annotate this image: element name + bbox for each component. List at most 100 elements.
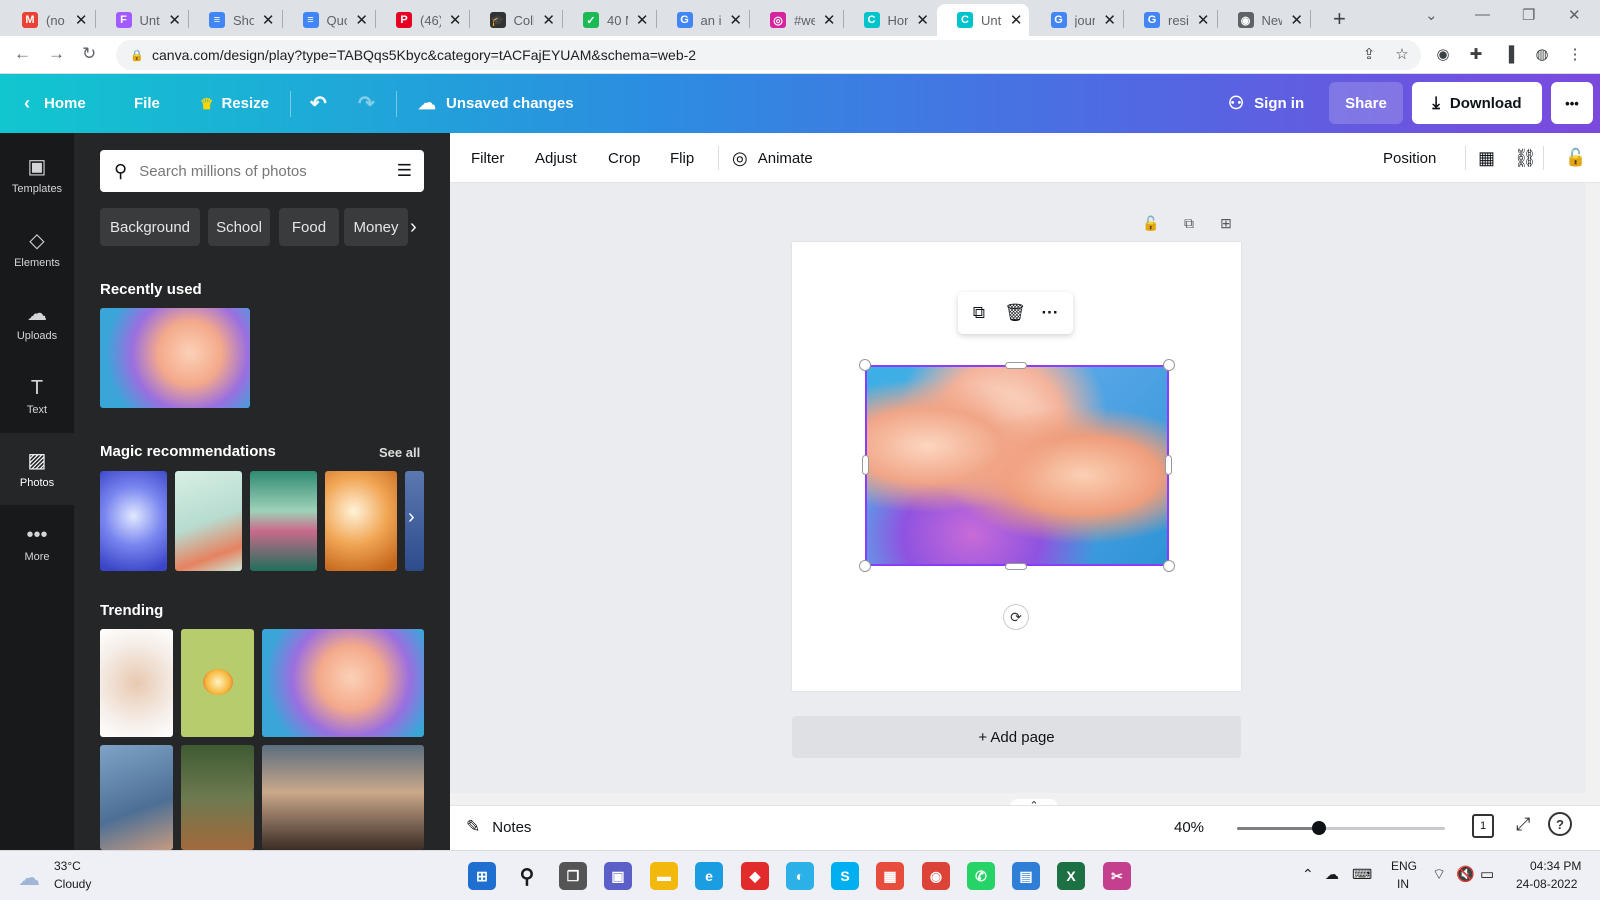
browser-tab[interactable]: P (46) ✕: [376, 4, 468, 36]
zoom-slider-knob[interactable]: [1312, 821, 1326, 835]
whatsapp-icon[interactable]: ✆: [967, 862, 995, 890]
resize-button[interactable]: ♛ Resize: [200, 74, 269, 133]
file-explorer-icon[interactable]: ▬: [650, 862, 678, 890]
browser-tab[interactable]: F Untit ✕: [96, 4, 188, 36]
excel-icon[interactable]: X: [1057, 862, 1085, 890]
page-lock-icon[interactable]: 🔓: [1141, 213, 1161, 233]
zoom-slider-track[interactable]: [1237, 821, 1445, 835]
clock-time[interactable]: 04:34 PM: [1530, 859, 1581, 873]
weather-condition[interactable]: Cloudy: [54, 877, 91, 891]
url-omnibox[interactable]: 🔒 canva.com/design/play?type=TABQqs5Kbyc…: [116, 40, 1421, 70]
bookmark-star-icon[interactable]: ☆: [1393, 45, 1411, 63]
region-code[interactable]: IN: [1397, 877, 1409, 891]
rail-item-elements[interactable]: ◇ Elements: [0, 213, 74, 285]
browser-tab[interactable]: Gjourn ✕: [1031, 4, 1123, 36]
tab-close-icon[interactable]: ✕: [1290, 11, 1303, 29]
paint-app-icon[interactable]: ◐: [786, 862, 814, 890]
teams-chat-icon[interactable]: ▣: [604, 862, 632, 890]
page-count-icon[interactable]: 1: [1472, 814, 1494, 838]
lock-icon[interactable]: 🔓: [1565, 133, 1586, 183]
tab-close-icon[interactable]: ✕: [262, 11, 275, 29]
chrome-icon[interactable]: ◉: [922, 862, 950, 890]
notes-button[interactable]: ✎ Notes: [466, 817, 531, 837]
position-button[interactable]: Position: [1383, 133, 1436, 183]
chips-next-chevron-icon[interactable]: ›: [410, 208, 424, 246]
share-page-icon[interactable]: ⇪: [1360, 45, 1378, 63]
resize-handle-bottom-left[interactable]: [859, 560, 871, 572]
task-view-icon[interactable]: ❐: [559, 862, 587, 890]
extension-chrome-icon[interactable]: ◉: [1434, 45, 1452, 63]
browser-tab[interactable]: C Hom ✕: [844, 4, 936, 36]
tab-close-icon[interactable]: ✕: [1197, 11, 1210, 29]
animate-button[interactable]: ◎ Animate: [732, 133, 813, 183]
resize-handle-bottom[interactable]: [1005, 563, 1027, 570]
close-window-icon[interactable]: ✕: [1568, 6, 1581, 24]
keyboard-icon[interactable]: ⌨: [1352, 866, 1372, 883]
edge-browser-icon[interactable]: e: [695, 862, 723, 890]
browser-tab[interactable]: 🎓 Colle ✕: [470, 4, 562, 36]
resize-handle-bottom-right[interactable]: [1163, 560, 1175, 572]
browser-tab[interactable]: ≡ Quot ✕: [283, 4, 375, 36]
restore-window-icon[interactable]: ❐: [1522, 6, 1535, 24]
reload-icon[interactable]: ↻: [82, 44, 96, 64]
more-options-button[interactable]: •••: [1551, 82, 1593, 124]
tab-close-icon[interactable]: ✕: [636, 11, 649, 29]
wifi-icon[interactable]: ⌔: [1432, 865, 1446, 884]
browser-tab[interactable]: ◉ New ✕: [1218, 4, 1310, 36]
search-icon[interactable]: ⚲: [513, 862, 541, 890]
extensions-puzzle-icon[interactable]: ✚: [1467, 45, 1485, 63]
resize-handle-left[interactable]: [862, 455, 869, 475]
link-icon[interactable]: ⛓: [1514, 133, 1537, 183]
snipping-tool-icon[interactable]: ✂: [1103, 862, 1131, 890]
transparency-checker-icon[interactable]: ▦: [1478, 133, 1495, 183]
magic-photo-thumbnail[interactable]: [100, 471, 167, 571]
skype-icon[interactable]: S: [831, 862, 859, 890]
add-page-button[interactable]: + Add page: [792, 716, 1241, 758]
tab-close-icon[interactable]: ✕: [916, 11, 929, 29]
rail-item-photos[interactable]: ▨ Photos: [0, 433, 74, 505]
rail-item-uploads[interactable]: ☁ Uploads: [0, 286, 74, 358]
rail-item-more[interactable]: ••• More: [0, 507, 74, 579]
tab-close-icon[interactable]: ✕: [449, 11, 462, 29]
crop-button[interactable]: Crop: [608, 133, 641, 183]
browser-tab[interactable]: M (no s ✕: [2, 4, 94, 36]
magic-photo-thumbnail[interactable]: [250, 471, 317, 571]
tab-close-icon[interactable]: ✕: [729, 11, 742, 29]
language-code[interactable]: ENG: [1391, 859, 1417, 873]
flip-button[interactable]: Flip: [670, 133, 694, 183]
microsoft-store-icon[interactable]: ▦: [876, 862, 904, 890]
resize-handle-top-right[interactable]: [1163, 359, 1175, 371]
sign-in-button[interactable]: ⚇ Sign in: [1228, 74, 1304, 133]
clock-date[interactable]: 24-08-2022: [1516, 877, 1577, 891]
rail-item-text[interactable]: T Text: [0, 360, 74, 432]
share-button[interactable]: Share: [1329, 82, 1403, 124]
filter-sliders-icon[interactable]: ☰: [397, 161, 412, 181]
recent-photo-thumbnail[interactable]: [100, 308, 250, 408]
tab-close-icon[interactable]: ✕: [1103, 11, 1116, 29]
chip-food[interactable]: Food: [279, 208, 339, 246]
resize-handle-top-left[interactable]: [859, 359, 871, 371]
trending-photo-thumbnail[interactable]: [100, 629, 173, 737]
tab-search-chevron-icon[interactable]: ⌄: [1425, 6, 1438, 24]
browser-menu-icon[interactable]: ⋮: [1566, 45, 1584, 63]
duplicate-page-icon[interactable]: ⧉: [1179, 213, 1199, 233]
home-button[interactable]: ‹ Home: [24, 74, 86, 133]
app-blue-yellow-icon[interactable]: ▤: [1012, 862, 1040, 890]
browser-tab[interactable]: ◎ #wed ✕: [750, 4, 842, 36]
new-tab-plus-icon[interactable]: +: [1333, 6, 1346, 32]
tab-close-icon[interactable]: ✕: [823, 11, 836, 29]
save-status[interactable]: ☁ Unsaved changes: [418, 74, 574, 133]
chip-background[interactable]: Background: [100, 208, 200, 246]
app-red-diamond-icon[interactable]: ◆: [741, 862, 769, 890]
trending-photo-thumbnail[interactable]: [181, 629, 254, 737]
magic-photo-thumbnail[interactable]: [325, 471, 397, 571]
browser-tab[interactable]: ✓ 40 M ✕: [563, 4, 655, 36]
rail-item-templates[interactable]: ▣ Templates: [0, 139, 74, 211]
magic-photo-thumbnail[interactable]: [175, 471, 242, 571]
onedrive-cloud-icon[interactable]: ☁: [1325, 866, 1339, 883]
browser-tab[interactable]: C Untit ✕: [937, 4, 1029, 36]
minimize-window-icon[interactable]: —: [1475, 6, 1490, 23]
back-arrow-icon[interactable]: ←: [14, 44, 31, 64]
see-all-link[interactable]: See all: [379, 445, 420, 460]
carousel-next-chevron-icon[interactable]: ›: [408, 506, 415, 529]
